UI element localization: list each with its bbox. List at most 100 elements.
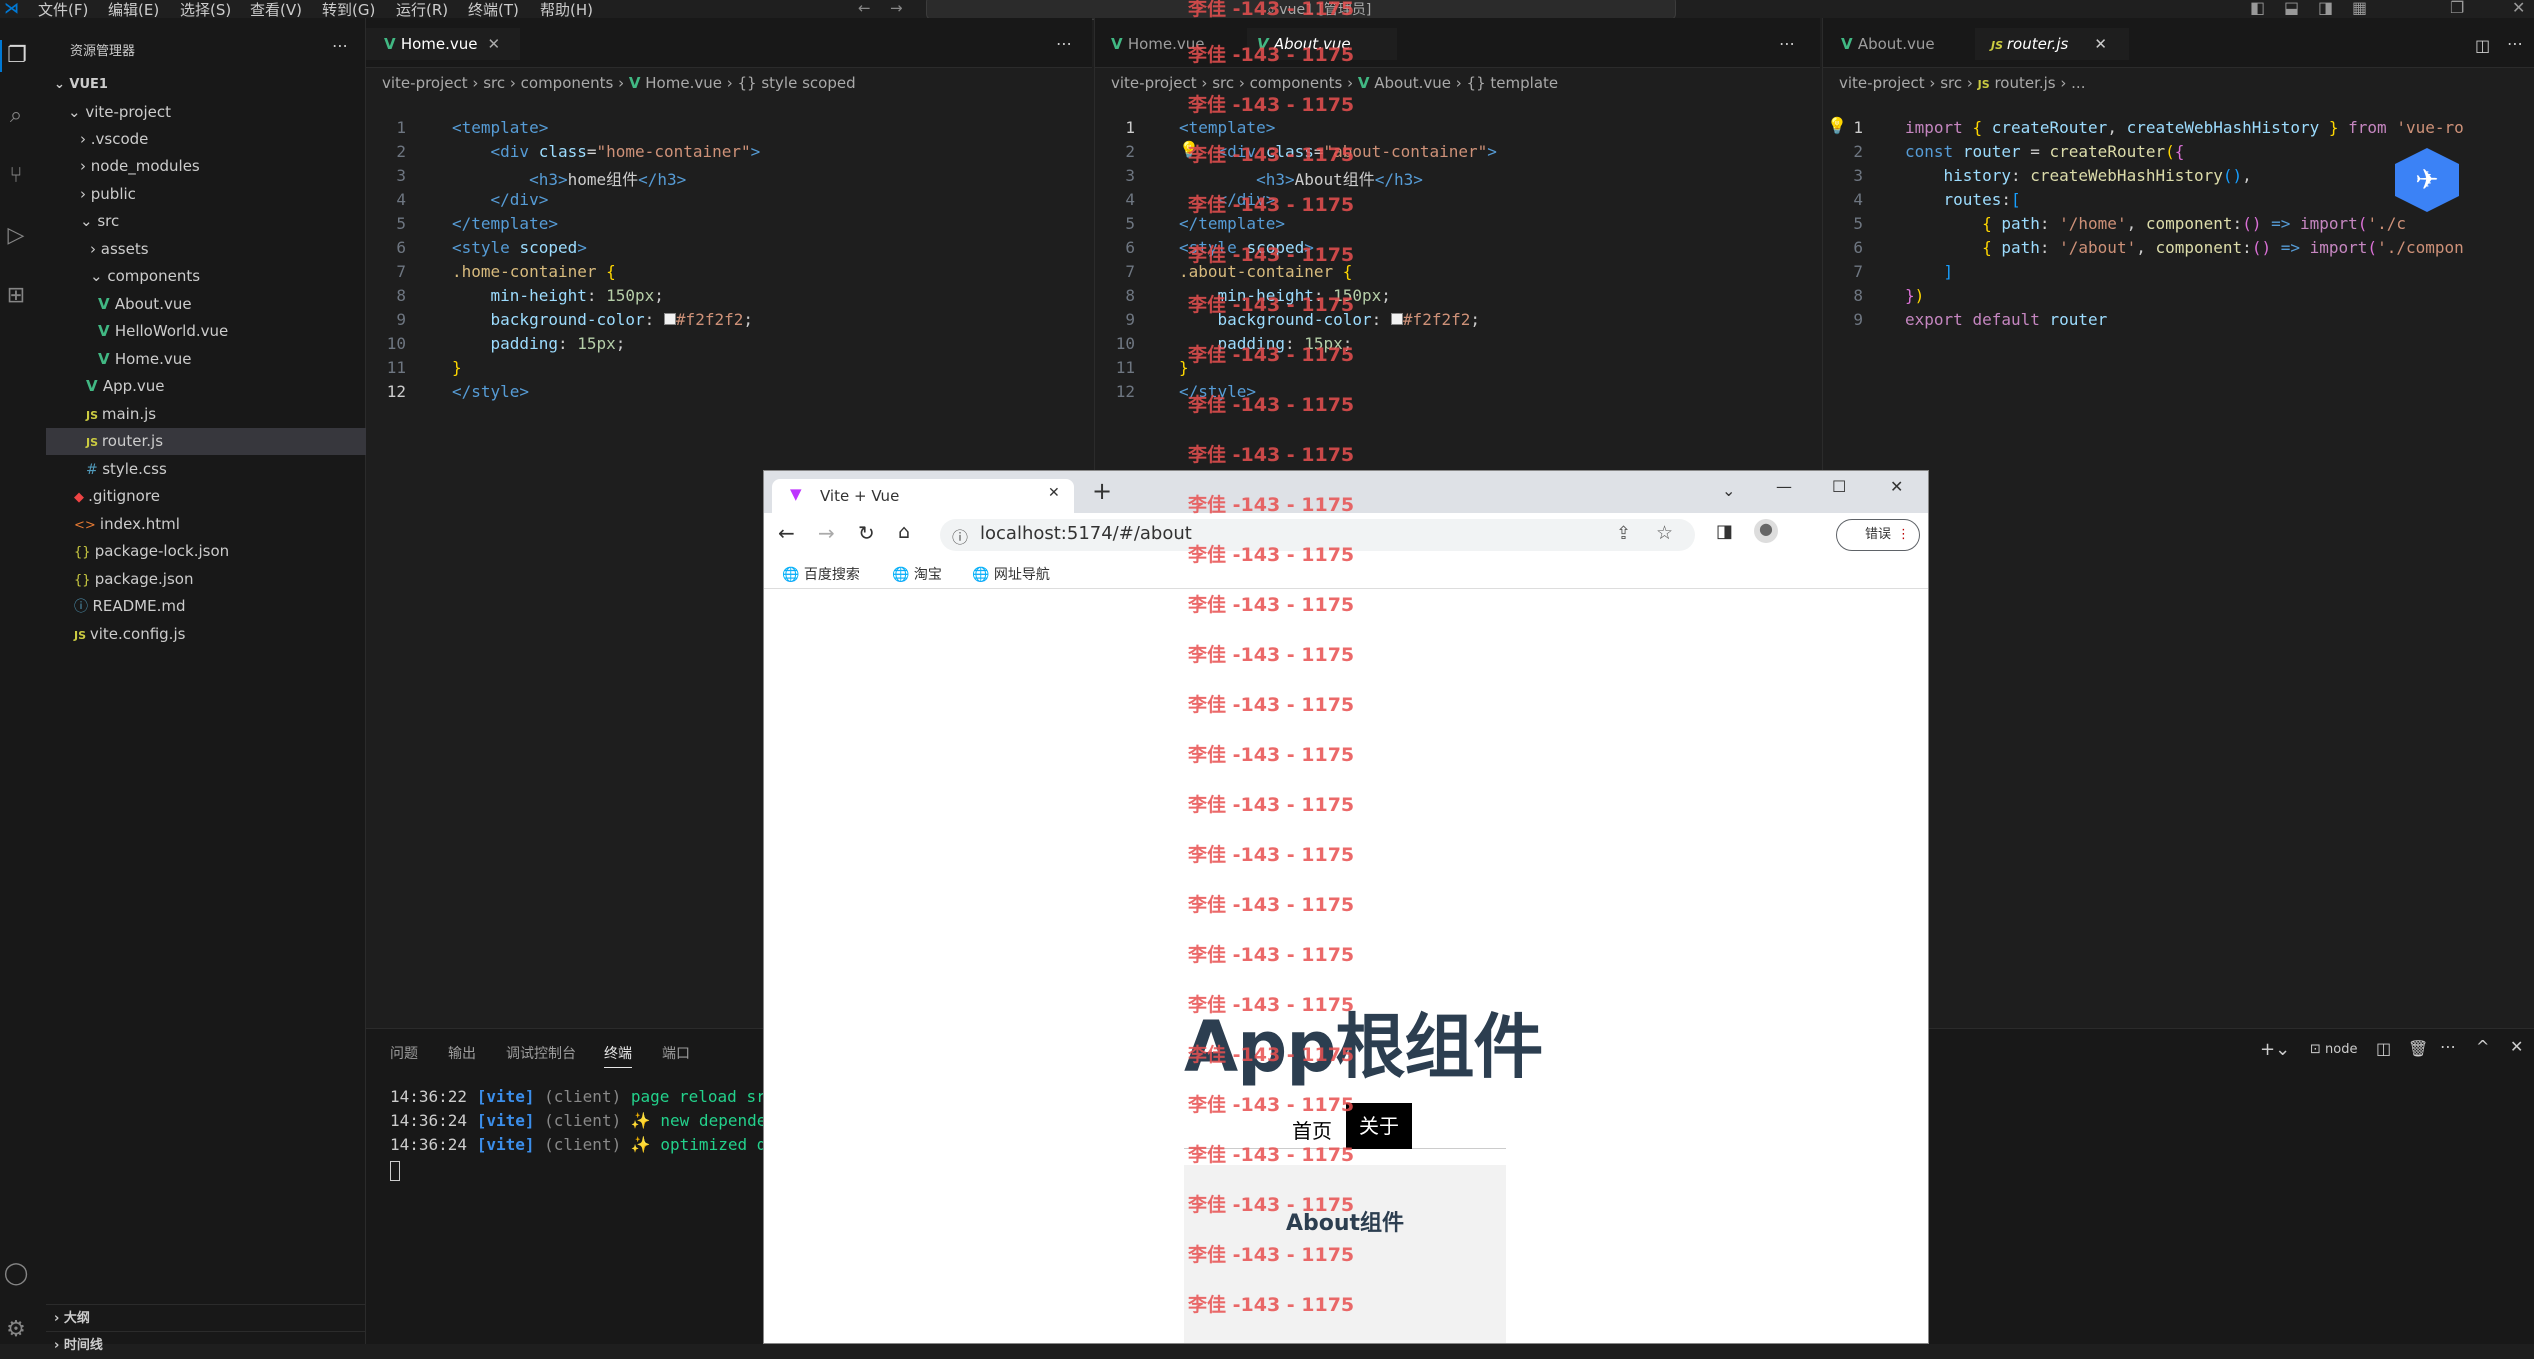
file-home-vue[interactable]: V Home.vue <box>46 346 366 373</box>
folder-public[interactable]: › public <box>46 181 366 208</box>
more-actions-icon[interactable]: ⋯ <box>1056 34 1072 53</box>
close-tab-icon[interactable]: ✕ <box>2094 35 2107 53</box>
browser-tab[interactable]: ▼ Vite + Vue ✕ <box>772 479 1074 513</box>
command-center[interactable]: ⌕ vue1 [管理员] <box>926 0 1676 20</box>
folder-vscode[interactable]: › .vscode <box>46 126 366 153</box>
new-tab-icon[interactable]: + <box>1092 477 1112 505</box>
home-icon[interactable]: ⌂ <box>898 521 910 543</box>
share-icon[interactable]: ⇪ <box>1616 523 1631 544</box>
trash-icon[interactable]: 🗑 <box>2408 1039 2428 1058</box>
side-panel-icon[interactable]: ◨ <box>1716 521 1733 542</box>
file-package-json[interactable]: {} package.json <box>46 566 366 593</box>
browser-window: ▼ Vite + Vue ✕ + ⌄ — ☐ ✕ ← → ↻ ⌂ ⓘ local… <box>763 470 1929 1344</box>
run-debug-icon[interactable]: ▷ <box>0 220 32 252</box>
menu-select[interactable]: 选择(S) <box>180 0 231 20</box>
more-actions-icon[interactable]: ⋯ <box>332 36 348 55</box>
terminal-cursor[interactable] <box>390 1161 400 1181</box>
timeline-section[interactable]: › 时间线 <box>46 1331 366 1358</box>
bird-assistant-icon[interactable]: ✈ <box>2395 148 2459 212</box>
tab-ports[interactable]: 端口 <box>662 1043 690 1063</box>
more-actions-icon[interactable]: ⋯ <box>1779 34 1795 53</box>
folder-node-modules[interactable]: › node_modules <box>46 153 366 180</box>
tab-about-vue[interactable]: V About.vue <box>1841 28 1935 60</box>
search-icon[interactable]: ⌕ <box>0 100 32 132</box>
tab-router-js[interactable]: JS router.js ✕ <box>1975 28 2129 60</box>
tab-output[interactable]: 输出 <box>448 1043 476 1063</box>
menu-view[interactable]: 查看(V) <box>250 0 302 20</box>
new-terminal-icon[interactable]: +⌄ <box>2260 1039 2290 1060</box>
split-terminal-icon[interactable]: ◫ <box>2376 1039 2391 1058</box>
layout-customize-icon[interactable]: ▦ <box>2352 0 2367 17</box>
extensions-icon[interactable]: ⊞ <box>0 280 32 312</box>
file-index-html[interactable]: <> index.html <box>46 511 366 538</box>
menu-terminal[interactable]: 终端(T) <box>468 0 519 20</box>
restore-icon[interactable]: ❐ <box>2450 0 2464 17</box>
file-about-vue[interactable]: V About.vue <box>46 291 366 318</box>
layout-panel-icon[interactable]: ⬓ <box>2284 0 2299 17</box>
file-helloworld-vue[interactable]: V HelloWorld.vue <box>46 318 366 345</box>
file-vite-config-js[interactable]: JS vite.config.js <box>46 621 366 648</box>
back-arrow-icon[interactable]: ← <box>858 0 871 17</box>
tab-problems[interactable]: 问题 <box>390 1043 418 1063</box>
address-bar[interactable]: ⓘ localhost:5174/#/about ⇪ ☆ <box>940 519 1695 551</box>
maximize-panel-icon[interactable]: ^ <box>2476 1037 2489 1056</box>
menu-help[interactable]: 帮助(H) <box>540 0 593 20</box>
menu-run[interactable]: 运行(R) <box>396 0 448 20</box>
close-window-icon[interactable]: ✕ <box>2512 0 2525 17</box>
explorer-icon[interactable]: ❐ <box>0 40 32 72</box>
folder-src[interactable]: ⌄ src <box>46 208 366 235</box>
folder-assets[interactable]: › assets <box>46 236 366 263</box>
settings-gear-icon[interactable]: ⚙ <box>0 1314 32 1346</box>
split-editor-icon[interactable]: ◫ <box>2475 36 2490 55</box>
close-tab-icon[interactable]: ✕ <box>1048 485 1060 501</box>
bookmark-star-icon[interactable]: ☆ <box>1656 522 1673 544</box>
file-router-js[interactable]: JS router.js <box>46 428 366 455</box>
folder-vite-project[interactable]: ⌄ vite-project <box>46 99 366 126</box>
profile-avatar-icon[interactable]: ● <box>1754 519 1778 543</box>
nav-link-home[interactable]: 首页 <box>1292 1115 1332 1144</box>
forward-arrow-icon[interactable]: → <box>890 0 903 17</box>
tab-debug-console[interactable]: 调试控制台 <box>506 1043 576 1063</box>
tab-about-vue[interactable]: V About.vue <box>1247 28 1397 60</box>
account-icon[interactable]: ◯ <box>0 1258 32 1290</box>
menu-dots-icon[interactable]: ⋮ <box>1897 520 1910 550</box>
tab-home-vue[interactable]: V Home.vue ✕ <box>366 28 520 60</box>
file-readme-md[interactable]: ⓘ README.md <box>46 593 366 620</box>
back-arrow-icon[interactable]: ← <box>778 521 795 545</box>
file-style-css[interactable]: # style.css <box>46 456 366 483</box>
source-control-icon[interactable]: ⑂ <box>0 160 32 192</box>
file-app-vue[interactable]: V App.vue <box>46 373 366 400</box>
terminal-shell-icon[interactable]: ⊡ node <box>2310 1042 2357 1057</box>
close-panel-icon[interactable]: ✕ <box>2510 1037 2523 1056</box>
bookmark-taobao[interactable]: 🌐 淘宝 <box>892 564 942 584</box>
bookmark-nav[interactable]: 🌐 网址导航 <box>972 564 1050 584</box>
workspace-root[interactable]: ⌄ VUE1 <box>46 71 366 98</box>
close-window-icon[interactable]: ✕ <box>1890 477 1903 496</box>
file-package-lock-json[interactable]: {} package-lock.json <box>46 538 366 565</box>
error-button[interactable]: 错误 ⋮ <box>1836 519 1920 551</box>
file-main-js[interactable]: JS main.js <box>46 401 366 428</box>
file-gitignore[interactable]: ◆ .gitignore <box>46 483 366 510</box>
menu-file[interactable]: 文件(F) <box>38 0 88 20</box>
forward-arrow-icon[interactable]: → <box>818 521 835 545</box>
reload-icon[interactable]: ↻ <box>858 521 875 545</box>
site-info-icon[interactable]: ⓘ <box>952 524 968 548</box>
more-actions-icon[interactable]: ⋯ <box>2507 34 2523 53</box>
maximize-icon[interactable]: ☐ <box>1832 477 1846 496</box>
outline-section[interactable]: › 大纲 <box>46 1304 366 1331</box>
minimize-icon[interactable]: — <box>1776 477 1792 496</box>
tab-terminal[interactable]: 终端 <box>604 1043 632 1068</box>
tab-search-icon[interactable]: ⌄ <box>1722 481 1735 500</box>
nav-link-about[interactable]: 关于 <box>1346 1103 1412 1149</box>
bookmark-baidu[interactable]: 🌐 百度搜索 <box>782 564 860 584</box>
html-file-icon: <> <box>74 518 100 533</box>
menu-edit[interactable]: 编辑(E) <box>108 0 159 20</box>
menu-goto[interactable]: 转到(G) <box>322 0 375 20</box>
vue-file-icon: V <box>1257 35 1274 53</box>
tab-home-vue[interactable]: V Home.vue <box>1111 28 1205 60</box>
folder-components[interactable]: ⌄ components <box>46 263 366 290</box>
layout-secondary-icon[interactable]: ◨ <box>2318 0 2333 17</box>
layout-sidebar-icon[interactable]: ◧ <box>2250 0 2265 17</box>
more-actions-icon[interactable]: ⋯ <box>2440 1037 2456 1056</box>
close-tab-icon[interactable]: ✕ <box>488 35 501 53</box>
